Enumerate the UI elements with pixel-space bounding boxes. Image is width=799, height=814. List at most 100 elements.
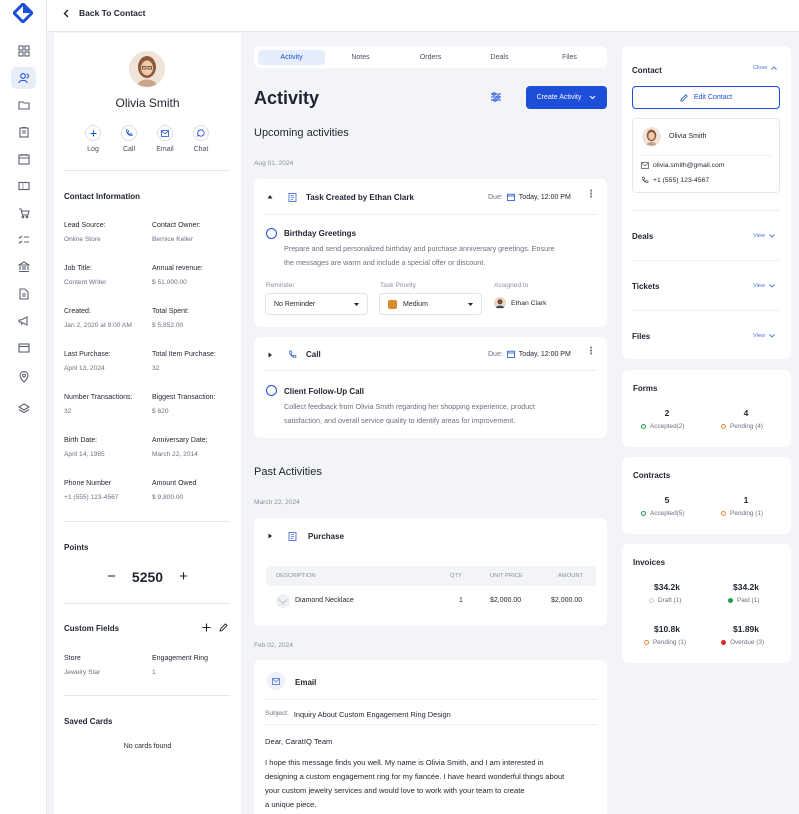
invoices-draft[interactable]: Draft (1): [649, 597, 681, 604]
task-header: Task Created by Ethan Clark: [306, 193, 414, 202]
plus-icon: [202, 623, 211, 632]
call-action[interactable]: Call: [111, 125, 147, 153]
contact-email: olivia.smith@gmail.com: [653, 162, 725, 169]
contact-phone-row[interactable]: +1 (555) 123-4567: [641, 176, 709, 184]
tickets-view-toggle[interactable]: View: [753, 283, 775, 289]
forms-pending[interactable]: Pending (4): [721, 423, 763, 430]
location-icon[interactable]: [11, 366, 36, 388]
field-value: 32: [64, 408, 72, 415]
forms-accepted[interactable]: Accepted(2): [641, 423, 684, 430]
call-complete-radio[interactable]: [266, 385, 277, 396]
deals-view-toggle[interactable]: View: [753, 233, 775, 239]
row-qty: 1: [459, 597, 463, 604]
divider: [64, 521, 230, 522]
clipboard-icon[interactable]: [11, 121, 36, 143]
purchase-header: Purchase: [308, 532, 345, 541]
row-description: Diamond Necklace: [295, 597, 354, 604]
task-title: Birthday Greetings: [284, 229, 357, 238]
browser-icon[interactable]: [11, 337, 36, 359]
dashboard-icon[interactable]: [11, 40, 36, 62]
contact-email-row[interactable]: olivia.smith@gmail.com: [641, 162, 725, 169]
create-activity-button[interactable]: Create Activity: [526, 86, 607, 109]
col-amount: AMOUNT: [558, 573, 584, 579]
document-icon[interactable]: [11, 283, 36, 305]
email-action[interactable]: Email: [147, 125, 183, 153]
cart-icon[interactable]: [11, 202, 36, 224]
contracts-accepted-label: Accepted(5): [650, 510, 685, 517]
invoices-card: Invoices $34.2k Draft (1) $34.2k Paid (1…: [622, 544, 791, 663]
add-custom-field-button[interactable]: [202, 623, 211, 632]
field-label: Store: [64, 655, 81, 662]
contact-name: Olivia Smith: [115, 96, 180, 110]
invoices-pending[interactable]: Pending (1): [644, 639, 686, 646]
divider: [64, 695, 230, 696]
contact-panel: Olivia Smith Log Call Email Chat Contact…: [54, 33, 241, 814]
tab-notes[interactable]: Notes: [327, 50, 394, 65]
divider: [264, 724, 597, 725]
field-value: $ 620: [152, 408, 169, 415]
back-to-contact-link[interactable]: Back To Contact: [63, 8, 145, 18]
calendar-icon[interactable]: [11, 148, 36, 170]
caret-right-icon[interactable]: [268, 352, 273, 358]
field-value: March 22, 2014: [152, 451, 198, 458]
chevron-down-icon: [589, 95, 596, 100]
chat-action[interactable]: Chat: [183, 125, 219, 153]
app-logo[interactable]: [13, 3, 33, 23]
field-label: Anniversary Date:: [152, 437, 208, 444]
divider: [264, 370, 597, 371]
contracts-pending-label: Pending (1): [730, 510, 764, 517]
edit-custom-fields-button[interactable]: [219, 623, 228, 632]
contacts-icon[interactable]: [11, 67, 36, 89]
deals-title: Deals: [632, 232, 654, 241]
field-label: Phone Number: [64, 480, 112, 487]
forms-accepted-label: Accepted(2): [650, 423, 685, 430]
divider: [632, 260, 780, 261]
folder-icon[interactable]: [11, 94, 36, 116]
field-label: Engagement Ring: [152, 655, 209, 662]
forms-accepted-count: 2: [664, 408, 670, 418]
filter-button[interactable]: [490, 91, 502, 103]
invoices-title: Invoices: [633, 558, 666, 567]
custom-fields-title: Custom Fields: [64, 624, 120, 633]
task-complete-radio[interactable]: [266, 228, 277, 239]
priority-select[interactable]: Medium: [379, 293, 482, 315]
field-label: Contact Owner:: [152, 222, 201, 229]
field-label: Total Spent:: [152, 308, 189, 315]
clipboard-icon: [288, 532, 297, 541]
view-label: View: [753, 333, 766, 339]
tab-orders[interactable]: Orders: [397, 50, 464, 65]
more-options-button[interactable]: ⋮: [586, 346, 596, 357]
mail-icon: [641, 162, 649, 169]
field-label: Number Transactions:: [64, 394, 133, 401]
field-label: Amount Owed: [152, 480, 197, 487]
files-view-toggle[interactable]: View: [753, 333, 775, 339]
ticket-icon[interactable]: [11, 175, 36, 197]
tab-files[interactable]: Files: [536, 50, 603, 65]
contracts-title: Contracts: [633, 471, 671, 480]
assignee[interactable]: Ethan Clark: [494, 297, 547, 309]
edit-contact-button[interactable]: Edit Contact: [632, 86, 780, 109]
reminder-select[interactable]: No Reminder: [265, 293, 368, 315]
caret-right-icon[interactable]: [268, 533, 273, 539]
invoices-overdue[interactable]: Overdue (3): [721, 639, 764, 646]
contracts-pending[interactable]: Pending (1): [721, 510, 763, 517]
top-bar: Back To Contact: [47, 0, 799, 32]
chevron-down-icon: [769, 234, 775, 238]
caret-up-icon[interactable]: [267, 194, 273, 199]
invoices-paid[interactable]: Paid (1): [728, 597, 759, 604]
contracts-accepted[interactable]: Accepted(5): [641, 510, 684, 517]
create-activity-label: Create Activity: [536, 94, 582, 101]
tab-activity[interactable]: Activity: [258, 50, 325, 65]
log-action[interactable]: Log: [75, 125, 111, 153]
close-contact-toggle[interactable]: Close: [753, 65, 778, 71]
field-label: Job Title:: [64, 265, 93, 272]
megaphone-icon[interactable]: [11, 310, 36, 332]
tab-deals[interactable]: Deals: [466, 50, 533, 65]
layers-icon[interactable]: [11, 398, 36, 420]
bank-icon[interactable]: [11, 256, 36, 278]
checklist-icon[interactable]: [11, 229, 36, 251]
more-options-button[interactable]: ⋮: [586, 189, 596, 200]
points-increase-button[interactable]: +: [179, 568, 188, 585]
status-dot: [721, 424, 726, 429]
points-decrease-button[interactable]: −: [107, 568, 116, 585]
